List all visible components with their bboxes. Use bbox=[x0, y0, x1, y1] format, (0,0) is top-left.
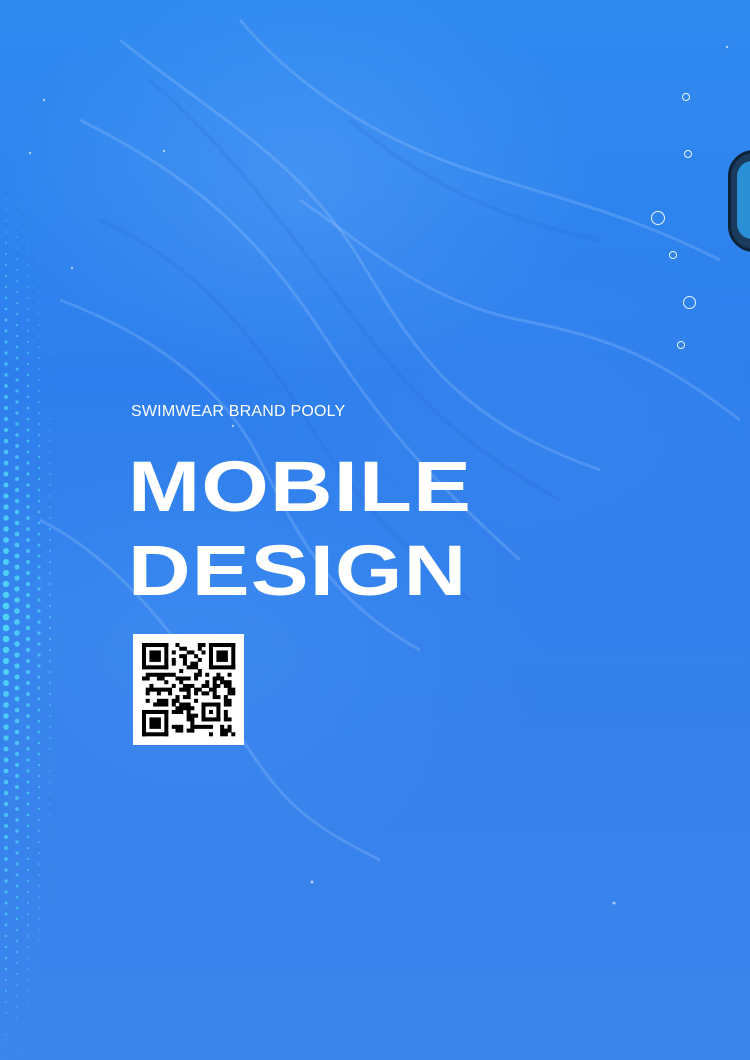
bubble-icon bbox=[677, 341, 685, 349]
bubble-icon bbox=[684, 150, 692, 158]
partial-device-edge bbox=[728, 150, 750, 252]
page-title: MOBILE DESIGN bbox=[128, 446, 714, 614]
qr-code-icon[interactable] bbox=[133, 634, 244, 745]
brand-subtitle: SWIMWEAR BRAND POOLY bbox=[131, 403, 346, 420]
bubble-icon bbox=[669, 251, 677, 259]
title-line-mobile: MOBILE bbox=[128, 448, 473, 527]
bubble-icon bbox=[651, 211, 665, 225]
bubble-icon bbox=[682, 93, 690, 101]
bubble-icon bbox=[683, 296, 696, 309]
halftone-dot-strip bbox=[2, 176, 62, 1058]
title-line-design: DESIGN bbox=[128, 532, 468, 611]
